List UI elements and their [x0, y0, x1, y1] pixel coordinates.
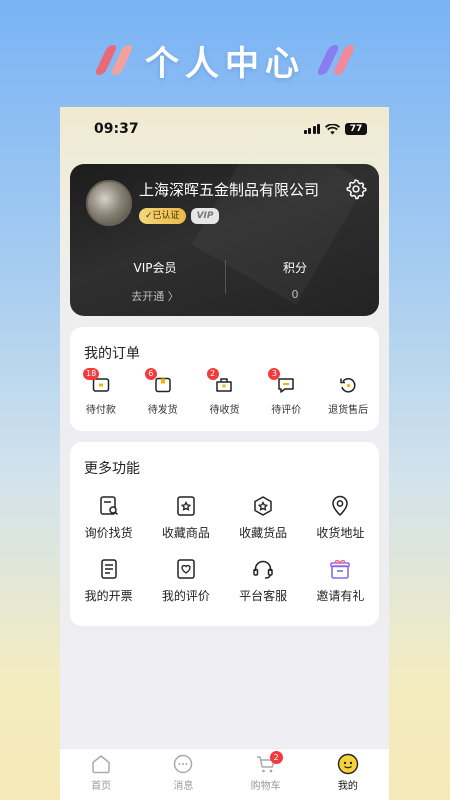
comment-icon [278, 378, 295, 393]
function-label: 我的开票 [84, 589, 133, 603]
signal-icon [303, 124, 320, 134]
function-label: 收藏商品 [161, 526, 210, 540]
bottom-tab-bar: 首页 消息 2 购物车 我的 [60, 748, 389, 800]
function-label: 邀请有礼 [316, 589, 365, 603]
orders-card: 我的订单 18 待付款 6 待发货 2 待收货 3 待评价 退货售后 [70, 327, 379, 431]
receive-box-icon [216, 378, 233, 392]
order-pending-review[interactable]: 3 待评价 [255, 368, 317, 416]
avatar[interactable] [86, 180, 132, 226]
return-icon [340, 378, 356, 393]
gift-icon [330, 559, 351, 579]
function-label: 收货地址 [316, 526, 365, 540]
tab-messages[interactable]: 消息 [142, 749, 224, 800]
battery-indicator: 77 [345, 123, 367, 135]
check-icon: ✓ [145, 211, 153, 221]
banner-title: 个人中心 [145, 43, 305, 84]
function-label: 询价找货 [84, 526, 133, 540]
promo-banner: 个人中心 [0, 30, 450, 90]
function-label: 平台客服 [239, 589, 288, 603]
vip-activate-link[interactable]: 去开通 〉 [80, 288, 230, 304]
order-status-row: 18 待付款 6 待发货 2 待收货 3 待评价 退货售后 [70, 368, 379, 416]
order-pending-receipt[interactable]: 2 待收货 [194, 368, 256, 416]
order-count-badge: 18 [83, 368, 100, 380]
function-my-reviews[interactable]: 我的评价 [147, 557, 224, 604]
order-pending-shipment[interactable]: 6 待发货 [132, 368, 194, 416]
function-address[interactable]: 收货地址 [302, 494, 379, 541]
status-bar: 09:37 77 [60, 107, 389, 151]
inquiry-icon [99, 496, 118, 516]
banner-decoration-left [94, 45, 134, 75]
banner-decoration-right [316, 45, 356, 75]
vip-membership[interactable]: VIP会员 去开通 〉 [80, 259, 230, 304]
points-summary[interactable]: 积分 0 [220, 259, 370, 301]
review-icon [177, 559, 195, 579]
order-label: 待收货 [209, 405, 240, 416]
cart-count-badge: 2 [269, 751, 283, 764]
status-time: 09:37 [94, 121, 139, 137]
order-count-badge: 6 [144, 368, 157, 380]
vip-label: VIP会员 [133, 261, 177, 275]
location-icon [332, 495, 349, 517]
function-invoice[interactable]: 我的开票 [70, 557, 147, 604]
company-name: 上海深晖五金制品有限公司 [139, 181, 320, 199]
function-inquiry[interactable]: 询价找货 [70, 494, 147, 541]
status-icons: 77 [303, 123, 367, 135]
favorite-product-icon [177, 496, 195, 516]
order-label: 待发货 [147, 405, 178, 416]
smiley-icon [337, 753, 359, 775]
function-invite[interactable]: 邀请有礼 [302, 557, 379, 604]
profile-badges: ✓已认证 VIP [139, 208, 220, 224]
certified-badge: ✓已认证 [139, 208, 186, 224]
points-value: 0 [291, 288, 299, 301]
invoice-icon [100, 559, 117, 579]
gear-icon[interactable] [345, 178, 367, 200]
tab-label: 消息 [173, 781, 194, 792]
message-icon [174, 754, 193, 774]
order-label: 待付款 [85, 405, 116, 416]
tab-label: 首页 [91, 781, 112, 792]
tab-cart[interactable]: 2 购物车 [225, 749, 307, 800]
order-returns[interactable]: 退货售后 [317, 375, 379, 416]
headset-icon [253, 560, 273, 579]
function-favorite-goods[interactable]: 收藏货品 [225, 494, 302, 541]
order-pending-payment[interactable]: 18 待付款 [70, 368, 132, 416]
function-label: 我的评价 [161, 589, 210, 603]
wifi-icon [325, 123, 340, 134]
more-functions-title: 更多功能 [84, 461, 140, 477]
function-grid: 询价找货 收藏商品 收藏货品 收货地址 我的开票 我的评价 平台客服 邀请有礼 [70, 494, 379, 604]
vip-badge: VIP [190, 208, 220, 224]
profile-card: 上海深晖五金制品有限公司 ✓已认证 VIP VIP会员 去开通 〉 积分 0 [70, 164, 379, 316]
order-label: 待评价 [271, 405, 302, 416]
tab-label: 我的 [337, 781, 358, 792]
function-label: 收藏货品 [239, 526, 288, 540]
orders-title: 我的订单 [84, 346, 140, 362]
home-icon [92, 755, 110, 774]
package-icon [154, 377, 171, 393]
tab-mine[interactable]: 我的 [307, 749, 389, 800]
more-functions-card: 更多功能 询价找货 收藏商品 收藏货品 收货地址 我的开票 我的评价 平台客服 … [70, 442, 379, 626]
function-customer-service[interactable]: 平台客服 [225, 557, 302, 604]
tab-label: 购物车 [250, 781, 281, 792]
points-label: 积分 [282, 261, 307, 275]
tab-home[interactable]: 首页 [60, 749, 142, 800]
favorite-goods-icon [254, 496, 272, 516]
order-label: 退货售后 [328, 405, 369, 416]
phone-screen: 09:37 77 上海深晖五金制品有限公司 ✓已认证 VIP VIP会员 去开通… [60, 107, 389, 800]
function-favorite-products[interactable]: 收藏商品 [147, 494, 224, 541]
order-count-badge: 2 [206, 368, 219, 380]
